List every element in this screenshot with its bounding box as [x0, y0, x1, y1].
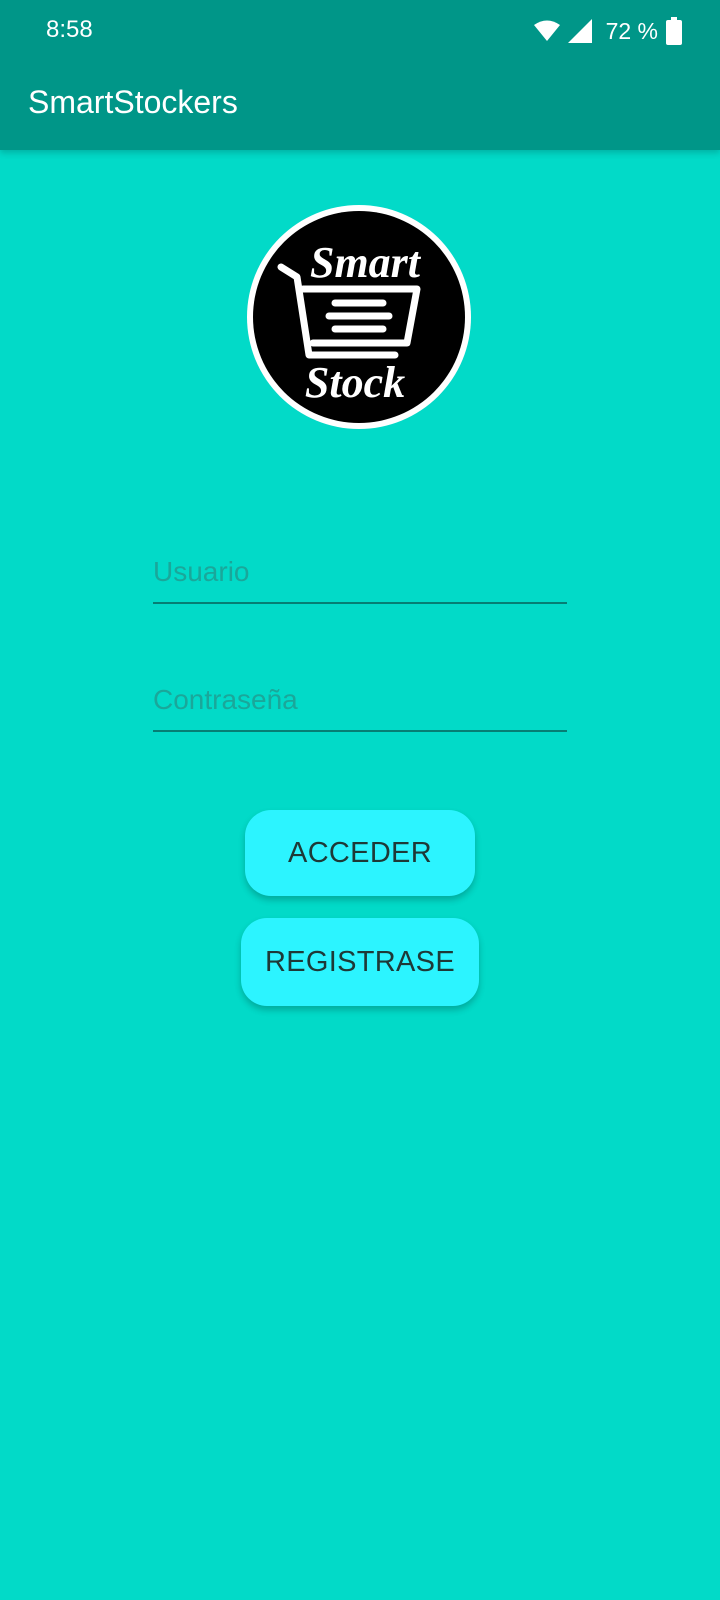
battery-percent: 72 %: [605, 17, 658, 44]
password-input[interactable]: [153, 674, 567, 732]
battery-icon: [666, 17, 682, 45]
login-button-label: ACCEDER: [288, 836, 432, 869]
register-button-label: REGISTRASE: [265, 945, 455, 978]
login-button[interactable]: ACCEDER: [245, 810, 475, 896]
cell-signal-icon: [567, 19, 592, 43]
register-button[interactable]: REGISTRASE: [241, 918, 479, 1006]
smart-stock-logo: Smart Stock: [247, 205, 471, 429]
status-time: 8:58: [46, 16, 93, 43]
app-bar: 8:58 72 % SmartStockers: [0, 0, 720, 150]
app-title: SmartStockers: [28, 84, 238, 120]
status-icons: 72 %: [533, 14, 682, 48]
wifi-icon: [533, 20, 560, 42]
logo-top-text: Smart: [310, 238, 422, 287]
username-input[interactable]: [153, 546, 567, 604]
logo-bottom-text: Stock: [305, 358, 405, 407]
